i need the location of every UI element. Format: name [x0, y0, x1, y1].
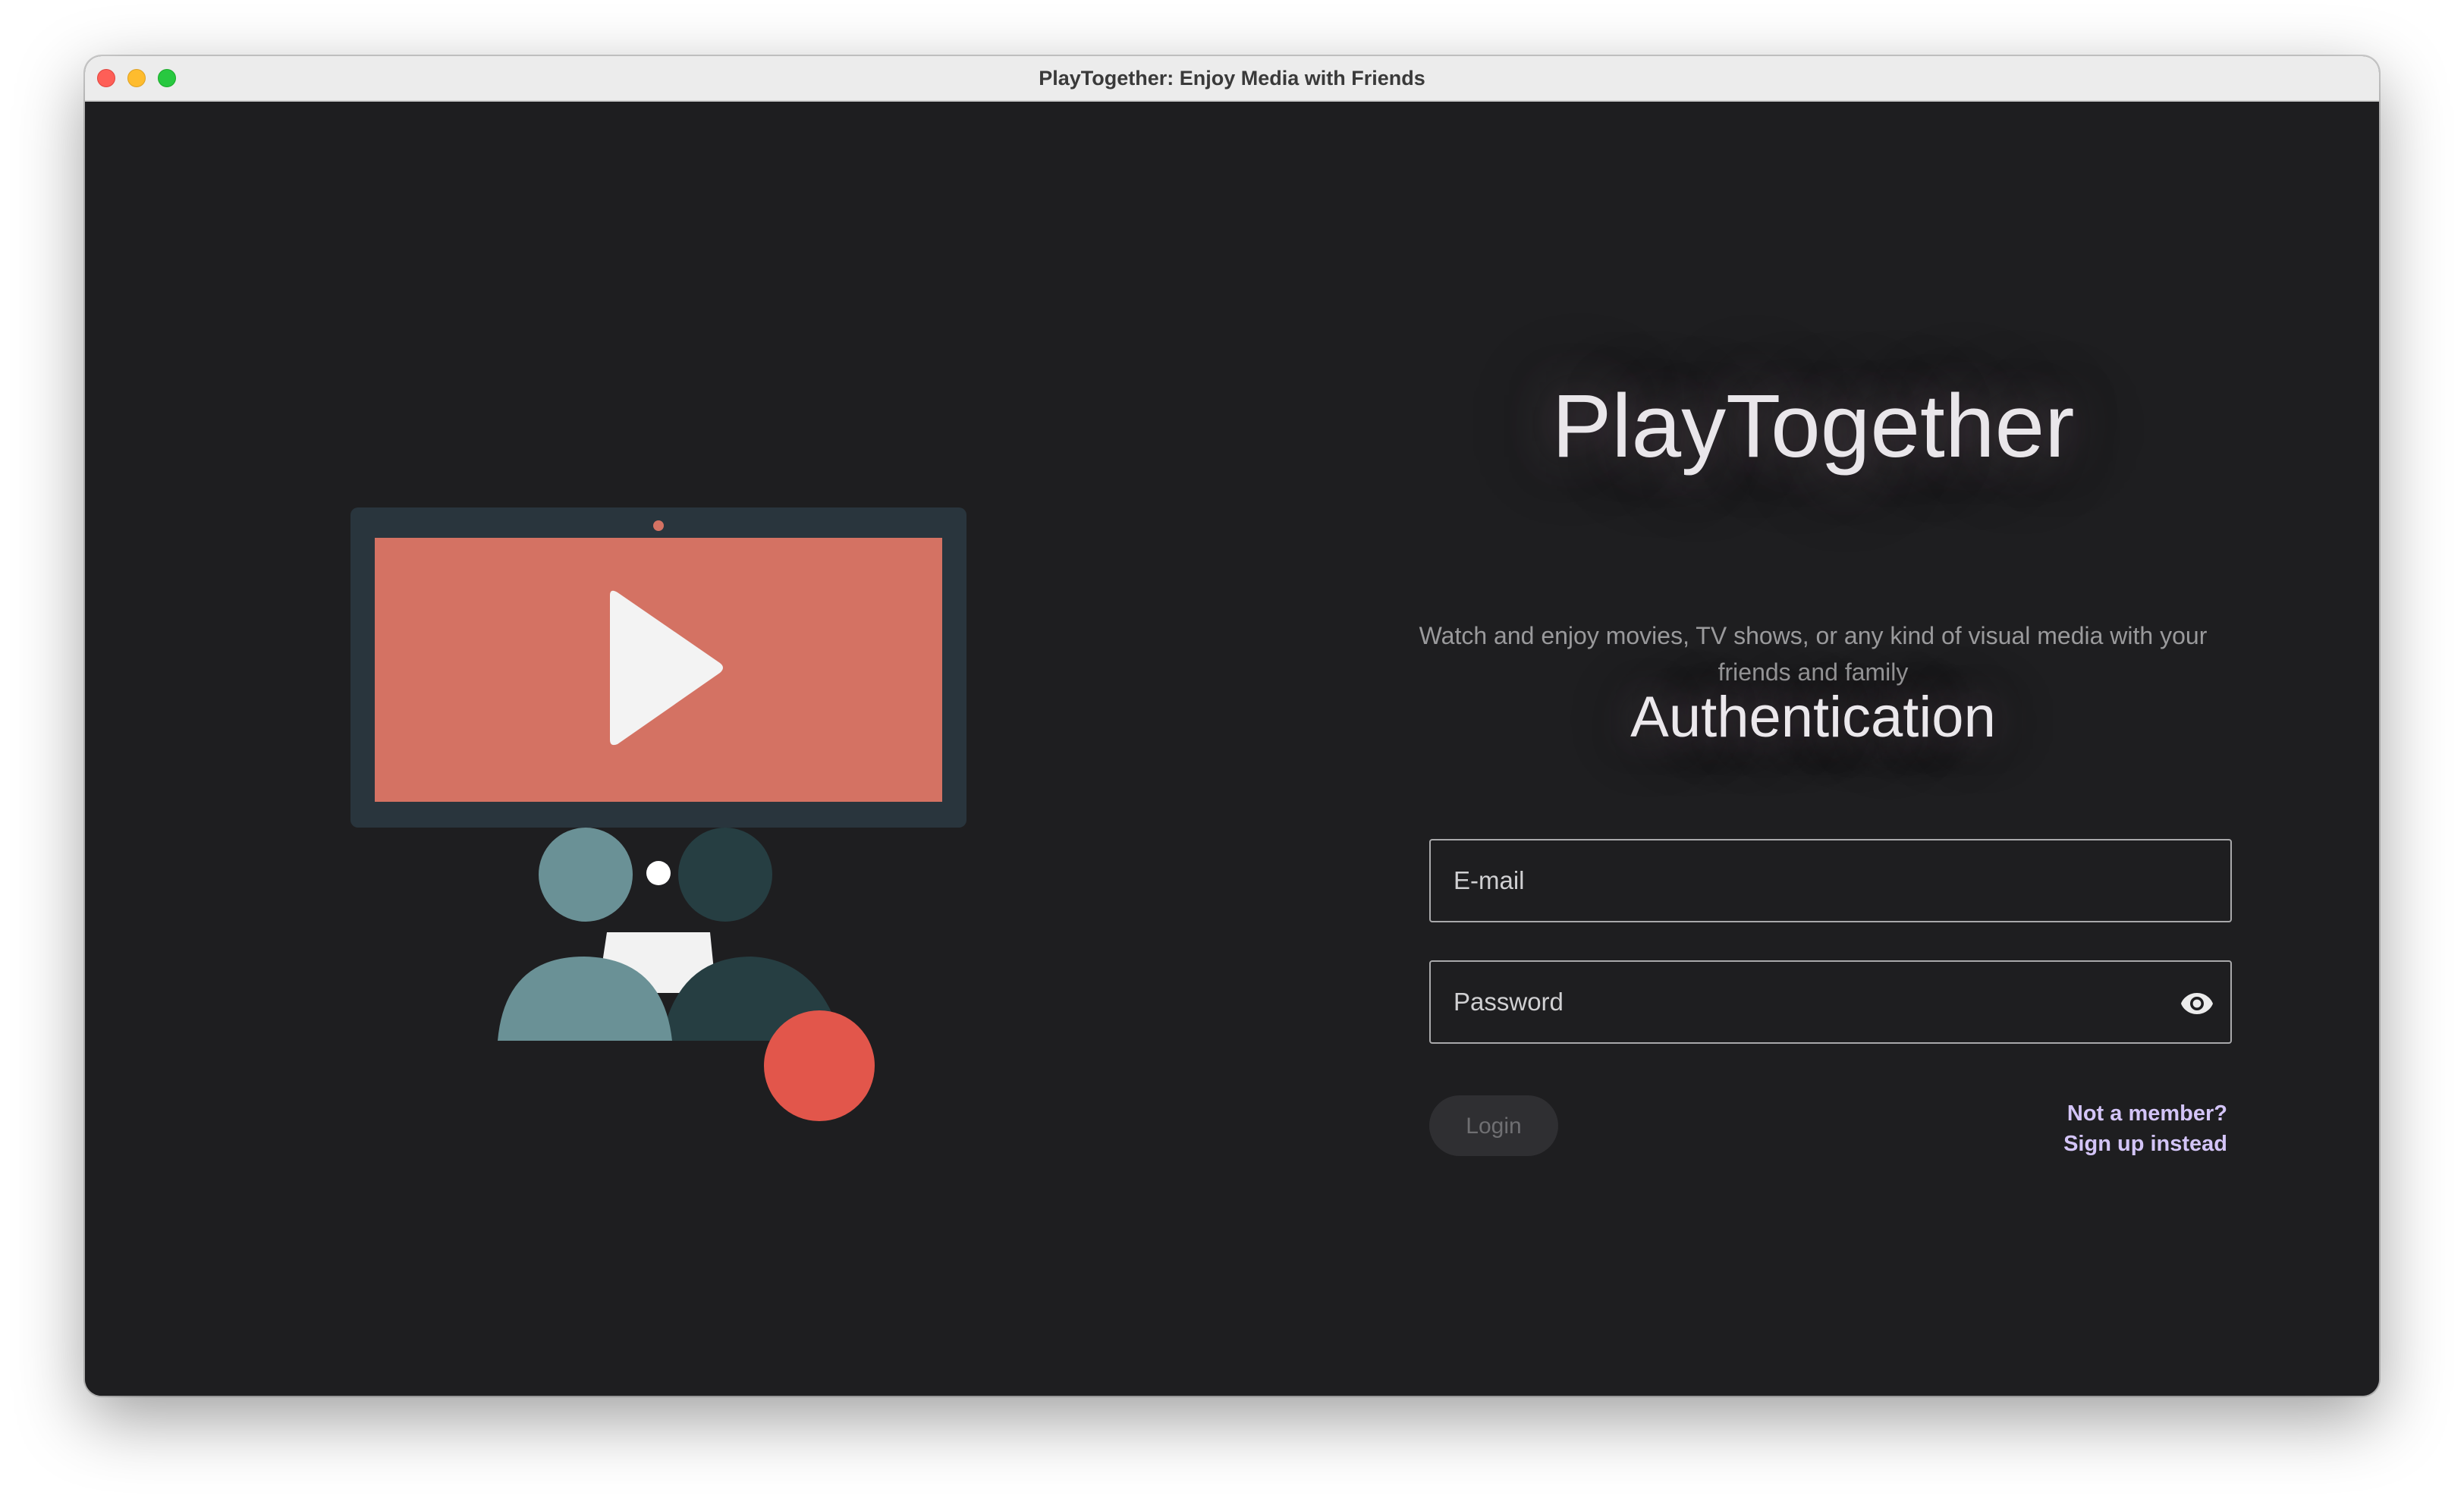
login-button[interactable]: Login: [1429, 1095, 1558, 1156]
window-title: PlayTogether: Enjoy Media with Friends: [1039, 67, 1425, 90]
password-field: [1429, 960, 2232, 1044]
person-right-head: [678, 828, 772, 922]
email-field: [1429, 839, 2232, 922]
signup-link[interactable]: Not a member? Sign up instead: [2063, 1098, 2227, 1159]
auth-panel: PlayTogether Watch and enjoy movies, TV …: [1381, 329, 2246, 1239]
signup-link-line1: Not a member?: [2066, 1101, 2227, 1126]
title-bar: PlayTogether: Enjoy Media with Friends: [85, 56, 2379, 102]
email-input[interactable]: [1431, 840, 2230, 921]
watch-together-illustration: [350, 507, 973, 1190]
password-input[interactable]: [1431, 962, 2230, 1042]
eye-icon[interactable]: [2179, 985, 2215, 1022]
signup-link-line2: Sign up instead: [2063, 1132, 2227, 1156]
authentication-heading: Authentication: [1630, 685, 1996, 749]
main-content: PlayTogether Watch and enjoy movies, TV …: [85, 102, 2379, 1396]
illustration-graphic: [350, 507, 966, 1121]
person-left-head: [539, 828, 633, 922]
app-name-heading: PlayTogether: [1551, 376, 2075, 476]
accent-circle: [764, 1010, 875, 1121]
app-window: PlayTogether: Enjoy Media with Friends P…: [85, 56, 2379, 1396]
monitor-camera-dot: [653, 520, 664, 531]
center-dot: [646, 861, 671, 885]
tagline-text: Watch and enjoy movies, TV shows, or any…: [1419, 622, 2208, 686]
